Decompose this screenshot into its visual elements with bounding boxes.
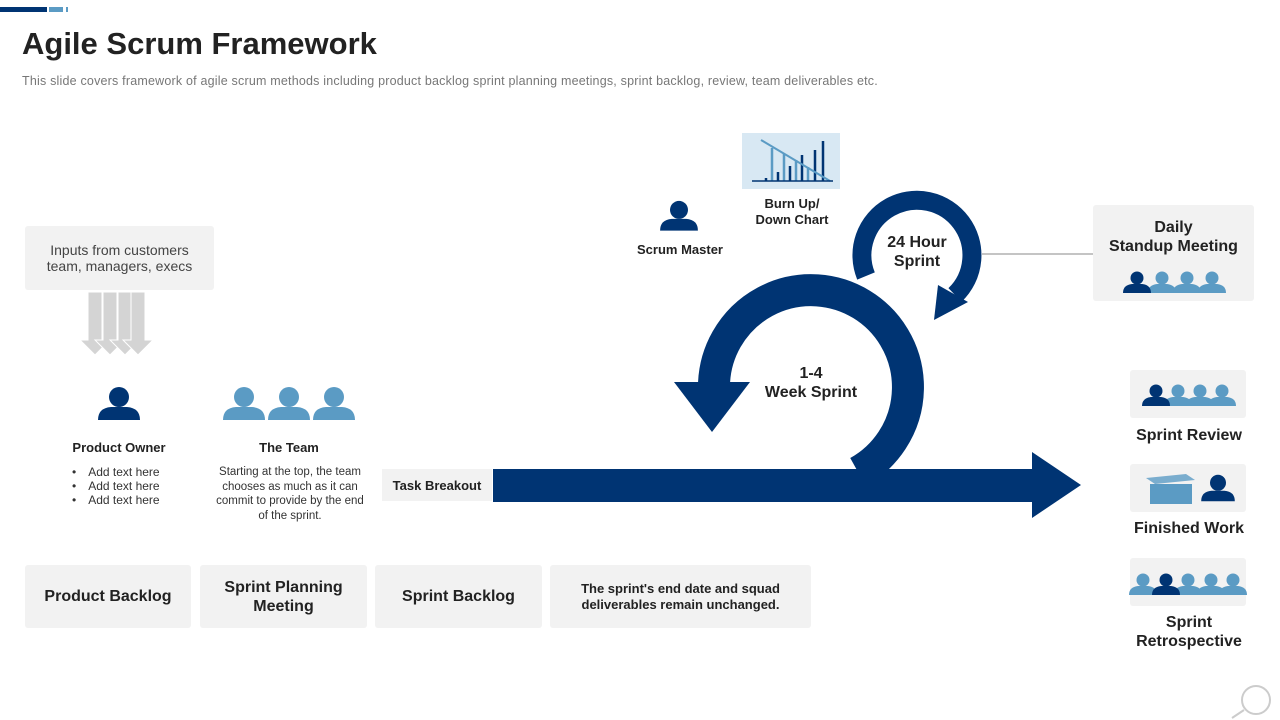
- scrum-master-label: Scrum Master: [637, 242, 723, 257]
- list-item: Add text here: [72, 493, 159, 507]
- list-item: Add text here: [72, 465, 159, 479]
- list-item: Add text here: [72, 479, 159, 493]
- sprint-planning-box: Sprint Planning Meeting: [200, 565, 367, 628]
- sprint-24-label: 24 Hour Sprint: [887, 234, 947, 270]
- product-owner-label: Product Owner: [72, 440, 166, 455]
- sprint-note-box: The sprint's end date and squad delivera…: [550, 565, 811, 628]
- sprint-review-label: Sprint Review: [1136, 427, 1242, 444]
- scrum-master-icon: [660, 200, 698, 231]
- product-owner-icon: [98, 387, 140, 420]
- team-icon: [223, 387, 355, 420]
- burn-chart-label: Burn Up/ Down Chart: [755, 196, 829, 227]
- daily-standup-label: Daily Standup Meeting: [1109, 219, 1238, 255]
- down-arrows: [78, 291, 155, 356]
- product-backlog-box: Product Backlog: [25, 565, 191, 628]
- inputs-box: Inputs from customers team, managers, ex…: [25, 226, 214, 290]
- sprint-backlog-box: Sprint Backlog: [375, 565, 542, 628]
- team-label: The Team: [259, 440, 319, 455]
- sprint-week-label: 1-4 Week Sprint: [764, 365, 858, 401]
- task-breakout-label: Task Breakout: [382, 469, 492, 501]
- product-owner-list: Add text here Add text here Add text her…: [72, 465, 159, 507]
- team-text: Starting at the top, the team chooses as…: [216, 466, 364, 522]
- search-icon: [1231, 685, 1271, 719]
- main-flow-arrow: [493, 452, 1081, 518]
- finished-work-label: Finished Work: [1134, 520, 1244, 537]
- sprint-retrospective-label: Sprint Retrospective: [1136, 614, 1242, 650]
- box-icon: [1146, 474, 1195, 504]
